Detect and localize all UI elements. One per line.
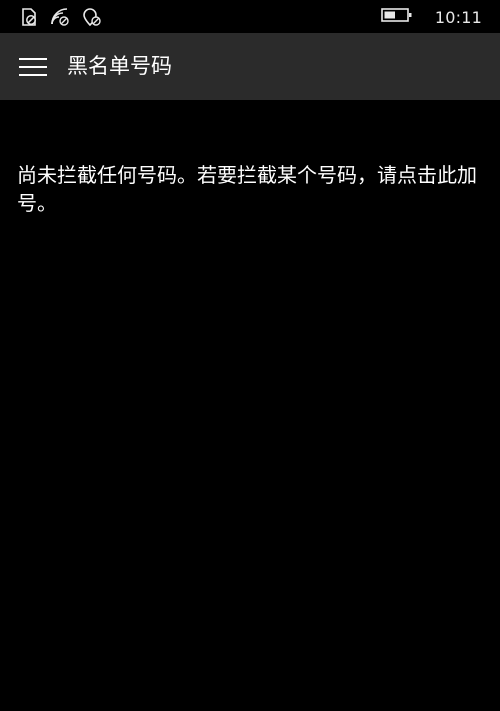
page-title: 黑名单号码 <box>67 54 172 78</box>
app-header: 黑名单号码 <box>0 33 500 100</box>
wifi-blocked-icon <box>50 7 70 27</box>
status-icons-right: 10:11 <box>381 6 482 28</box>
battery-icon <box>381 7 413 27</box>
status-bar: 10:11 <box>0 0 500 33</box>
hamburger-icon[interactable] <box>19 57 47 77</box>
location-blocked-icon <box>82 7 102 27</box>
status-icons-left <box>20 7 102 27</box>
empty-state-message: 尚未拦截任何号码。若要拦截某个号码，请点击此加号。 <box>17 163 477 215</box>
blocked-numbers-list: 尚未拦截任何号码。若要拦截某个号码，请点击此加号。 <box>0 100 500 711</box>
no-sim-icon <box>20 7 38 27</box>
clock: 10:11 <box>434 7 482 27</box>
